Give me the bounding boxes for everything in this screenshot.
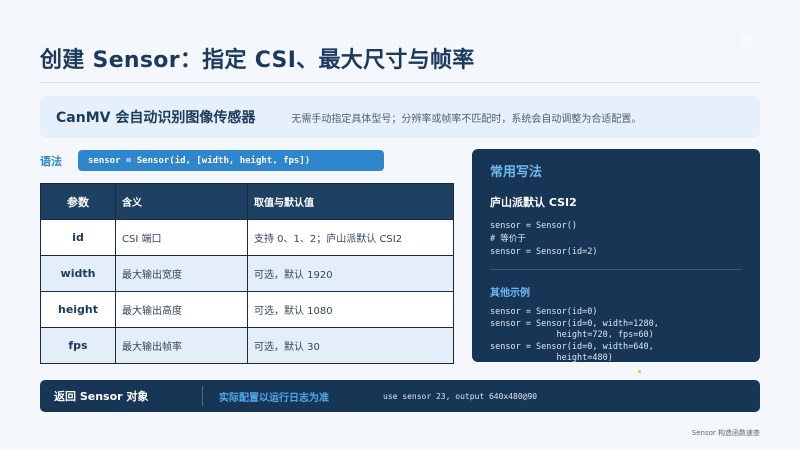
- table-row: width 最大输出宽度 可选，默认 1920: [40, 255, 454, 292]
- returns-label: 返回 Sensor 对象: [54, 390, 149, 403]
- param-meaning: 最大输出帧率: [115, 327, 248, 364]
- default-code-block: sensor = Sensor() # 等价于 sensor = Sensor(…: [490, 221, 598, 257]
- param-default: 可选，默认 1920: [247, 255, 454, 292]
- panel-title: 常用写法: [490, 165, 543, 180]
- decorative-dot: [638, 370, 641, 373]
- examples-code-block: sensor = Sensor(id=0) sensor = Sensor(id…: [490, 307, 659, 363]
- slide-caption: Sensor 构造函数速查: [691, 429, 760, 437]
- param-name: height: [40, 291, 116, 328]
- syntax-label: 语法: [40, 155, 62, 168]
- table-header-row: 参数 含义 取值与默认值: [40, 183, 454, 220]
- title-divider: [40, 82, 760, 83]
- config-note: 实际配置以运行日志为准: [219, 392, 329, 404]
- param-default: 可选，默认 30: [247, 327, 454, 364]
- param-meaning: 最大输出高度: [115, 291, 248, 328]
- param-meaning: CSI 端口: [115, 219, 248, 256]
- param-meaning: 最大输出宽度: [115, 255, 248, 292]
- param-default: 可选，默认 1080: [247, 291, 454, 328]
- header-default: 取值与默认值: [247, 183, 454, 220]
- examples-title: 其他示例: [490, 288, 530, 299]
- panel-subtitle: 庐山派默认 CSI2: [490, 196, 577, 209]
- table-row: height 最大输出高度 可选，默认 1080: [40, 291, 454, 328]
- log-output: use sensor 23, output 640x480@90: [383, 391, 538, 401]
- param-default: 支持 0、1、2；庐山派默认 CSI2: [247, 219, 454, 256]
- param-name: id: [40, 219, 116, 256]
- panel-divider: [490, 269, 742, 270]
- banner-title: CanMV 会自动识别图像传感器: [56, 110, 256, 126]
- footer-bar: 返回 Sensor 对象 实际配置以运行日志为准 use sensor 23, …: [40, 380, 760, 412]
- table-row: id CSI 端口 支持 0、1、2；庐山派默认 CSI2: [40, 219, 454, 256]
- page-title: 创建 Sensor：指定 CSI、最大尺寸与帧率: [40, 48, 475, 73]
- param-name: width: [40, 255, 116, 292]
- banner-description: 无需手动指定具体型号；分辨率或帧率不匹配时，系统会自动调整为合适配置。: [291, 113, 642, 125]
- usage-panel: 常用写法 庐山派默认 CSI2 sensor = Sensor() # 等价于 …: [472, 149, 760, 363]
- parameter-table: 参数 含义 取值与默认值 id CSI 端口 支持 0、1、2；庐山派默认 CS…: [40, 183, 454, 364]
- syntax-code: sensor = Sensor(id, [width, height, fps]…: [78, 150, 384, 171]
- header-param: 参数: [40, 183, 116, 220]
- table-row: fps 最大输出帧率 可选，默认 30: [40, 327, 454, 364]
- param-name: fps: [40, 327, 116, 364]
- page-number: 33: [739, 36, 752, 47]
- header-meaning: 含义: [115, 183, 248, 220]
- info-banner: CanMV 会自动识别图像传感器 无需手动指定具体型号；分辨率或帧率不匹配时，系…: [40, 96, 760, 138]
